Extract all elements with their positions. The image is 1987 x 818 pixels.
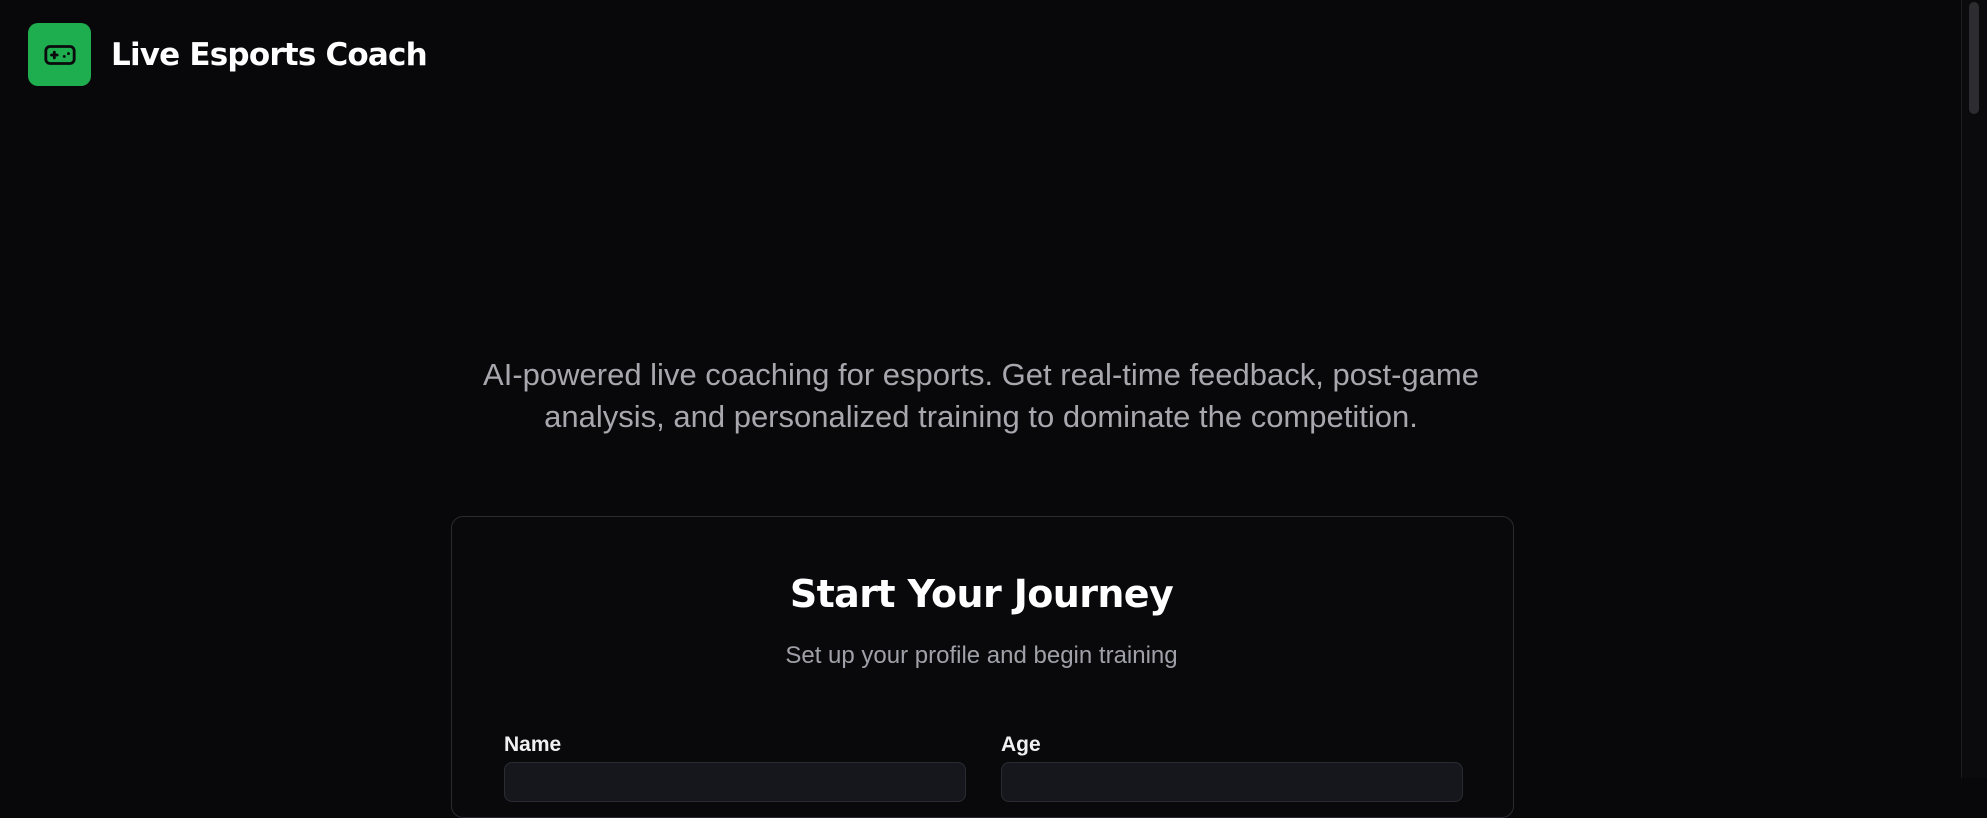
card-title: Start Your Journey [789, 572, 1174, 616]
app-logo[interactable] [28, 23, 91, 86]
hero-tagline: AI-powered live coaching for esports. Ge… [483, 357, 1479, 434]
age-label: Age [1001, 733, 1041, 756]
page-scrollbar[interactable] [1961, 0, 1987, 778]
name-input[interactable] [504, 762, 966, 802]
gamepad-icon [43, 44, 76, 65]
app-title: Live Esports Coach [111, 36, 428, 73]
name-label: Name [504, 733, 562, 756]
card-subtitle: Set up your profile and begin training [785, 642, 1178, 669]
scrollbar-thumb[interactable] [1969, 2, 1979, 114]
age-input[interactable] [1001, 762, 1463, 802]
app-header: Live Esports Coach [28, 23, 428, 86]
